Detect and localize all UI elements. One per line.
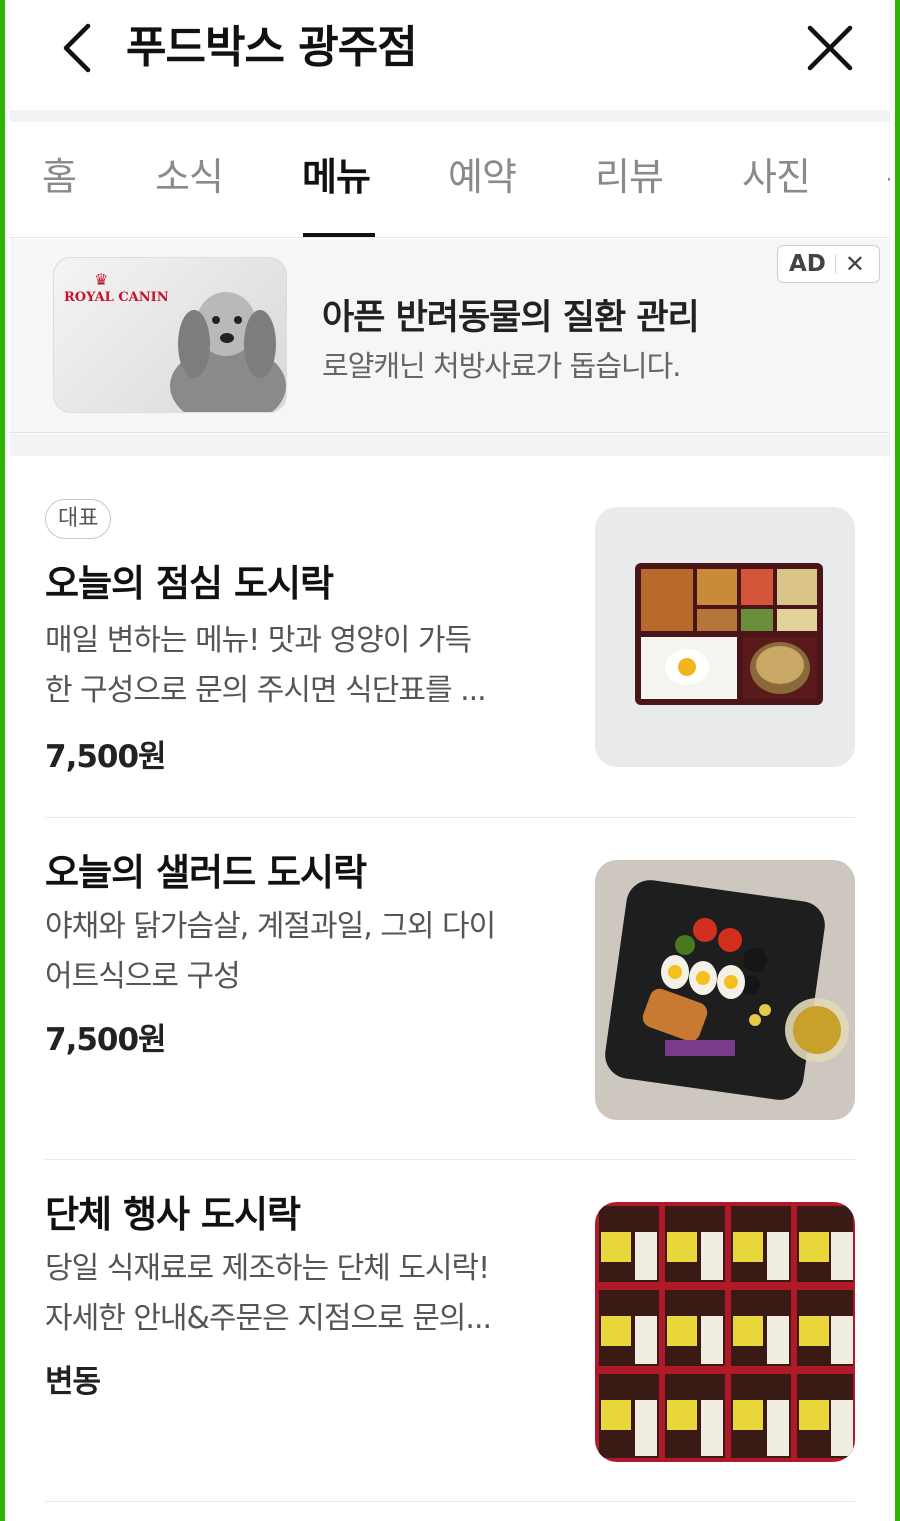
page-title: 푸드박스 광주점 (126, 22, 418, 73)
ad-title: 아픈 반려동물의 질환 관리 (322, 298, 700, 338)
menu-item-name: 단체 행사 도시락 (45, 1193, 301, 1236)
ad-subtitle: 로얄캐닌 처방사료가 돕습니다. (322, 349, 681, 383)
back-button[interactable] (52, 18, 108, 78)
menu-item-name: 오늘의 점심 도시락 (45, 562, 334, 605)
salad-box-photo[interactable] (595, 860, 855, 1120)
close-button[interactable] (800, 18, 860, 78)
tab-reviews[interactable]: 리뷰 (595, 150, 664, 204)
menu-item-name: 오늘의 샐러드 도시락 (45, 851, 367, 894)
tab-photos[interactable]: 사진 (742, 150, 811, 204)
menu-item-description: 야채와 닭가슴살, 계절과일, 그외 다이 어트식으로 구성 (45, 909, 496, 994)
top-bar: 푸드박스 광주점 (10, 0, 890, 110)
ad-label: AD (789, 251, 826, 277)
tab-more[interactable]: 주 (886, 150, 890, 204)
menu-item[interactable]: 단체 행사 도시락 당일 식재료로 제조하는 단체 도시락! 자세한 안내&주문… (45, 1160, 855, 1502)
lunch-box-photo[interactable] (595, 507, 855, 767)
lunch-box-image (595, 507, 855, 767)
close-icon (807, 25, 853, 71)
header-divider (10, 110, 890, 122)
section-divider (10, 434, 890, 456)
ad-image: ♛ ROYAL CANIN (53, 257, 287, 413)
ad-badge[interactable]: AD ✕ (777, 245, 880, 283)
salad-box-image (595, 860, 855, 1120)
menu-item-price: 7,500원 (45, 739, 167, 775)
crown-icon: ♛ (94, 270, 109, 289)
active-tab-indicator (303, 233, 375, 237)
menu-item-price: 변동 (45, 1364, 101, 1400)
tab-news[interactable]: 소식 (155, 150, 224, 204)
tab-reservation[interactable]: 예약 (448, 150, 517, 204)
group-boxes-photo[interactable] (595, 1202, 855, 1462)
menu-item-price: 7,500원 (45, 1022, 167, 1058)
dog-illustration-icon (170, 292, 286, 412)
menu-item[interactable]: 오늘의 샐러드 도시락 야채와 닭가슴살, 계절과일, 그외 다이 어트식으로 … (45, 818, 855, 1160)
menu-item-description: 매일 변하는 메뉴! 맛과 영양이 가득 한 구성으로 문의 주시면 식단표를 … (45, 623, 487, 708)
ad-close-icon[interactable]: ✕ (845, 252, 865, 276)
ad-banner[interactable]: ♛ ROYAL CANIN 아픈 반려동물의 질환 관리 로얄캐닌 처방사료가 … (10, 239, 890, 433)
group-boxes-image (595, 1202, 855, 1462)
tab-home[interactable]: 홈 (42, 150, 77, 204)
tab-menu[interactable]: 메뉴 (302, 150, 371, 204)
ad-badge-divider (834, 255, 836, 273)
app-frame: 푸드박스 광주점 홈 소식 메뉴 예약 리뷰 사진 주 ♛ ROYAL CANI… (0, 0, 900, 1521)
tab-bar: 홈 소식 메뉴 예약 리뷰 사진 주 (10, 122, 890, 238)
ad-brand-logo: ROYAL CANIN (64, 290, 169, 305)
signature-badge: 대표 (45, 499, 112, 539)
menu-item-description: 당일 식재료로 제조하는 단체 도시락! 자세한 안내&주문은 지점으로 문의.… (45, 1251, 492, 1336)
menu-item[interactable]: 대표 오늘의 점심 도시락 매일 변하는 메뉴! 맛과 영양이 가득 한 구성으… (45, 456, 855, 818)
chevron-left-icon (63, 23, 91, 73)
